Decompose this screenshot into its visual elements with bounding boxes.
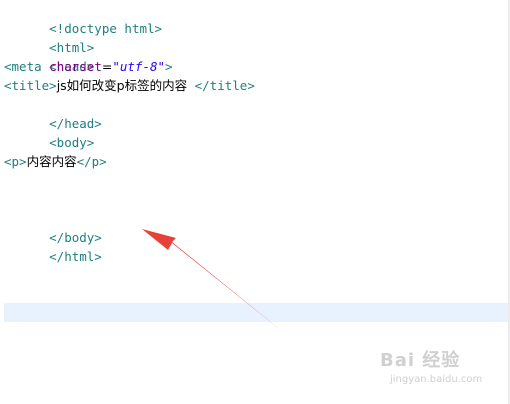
code-line-11[interactable]	[4, 190, 504, 209]
p-close-token: </p>	[76, 154, 107, 169]
watermark-brand: Bai 经验	[380, 350, 461, 371]
code-line-10[interactable]	[4, 171, 504, 190]
meta-attribute-token: charset	[41, 59, 102, 74]
html-open-token: <html>	[49, 40, 95, 55]
title-close-token: </title>	[187, 78, 255, 93]
title-open-token: <title>	[4, 78, 57, 93]
meta-close-token: >	[165, 59, 173, 74]
code-line-12[interactable]: </body>	[4, 209, 504, 245]
code-line-1[interactable]: <!doctype html>	[4, 0, 504, 36]
meta-open-token: <meta	[4, 59, 42, 74]
watermark: Bai 经验 jingyan.baidu.com	[380, 346, 506, 400]
title-text-token: js如何改变p标签的内容	[56, 78, 188, 93]
doctype-token: <!doctype html>	[49, 21, 163, 36]
p-open-token: <p>	[4, 154, 27, 169]
code-line-5[interactable]: <title>js如何改变p标签的内容 </title>	[4, 76, 504, 95]
code-lines: <!doctype html> <html> <head> <meta char…	[4, 0, 504, 264]
body-open-token: <body>	[49, 135, 95, 150]
meta-value-token: "utf-8"	[112, 59, 166, 74]
head-close-token: </head>	[49, 116, 102, 131]
code-editor[interactable]: <!doctype html> <html> <head> <meta char…	[0, 0, 510, 404]
current-line-highlight	[4, 303, 510, 322]
body-close-token: </body>	[49, 230, 102, 245]
code-line-9[interactable]: <p>内容内容</p>	[4, 152, 504, 171]
watermark-url: jingyan.baidu.com	[390, 374, 483, 385]
meta-equals-token: =	[101, 59, 113, 74]
p-text-token: 内容内容	[26, 154, 77, 169]
code-line-4[interactable]: <meta charset="utf-8">	[4, 57, 504, 76]
code-line-6[interactable]: </head>	[4, 95, 504, 131]
html-close-token: </html>	[49, 249, 102, 264]
